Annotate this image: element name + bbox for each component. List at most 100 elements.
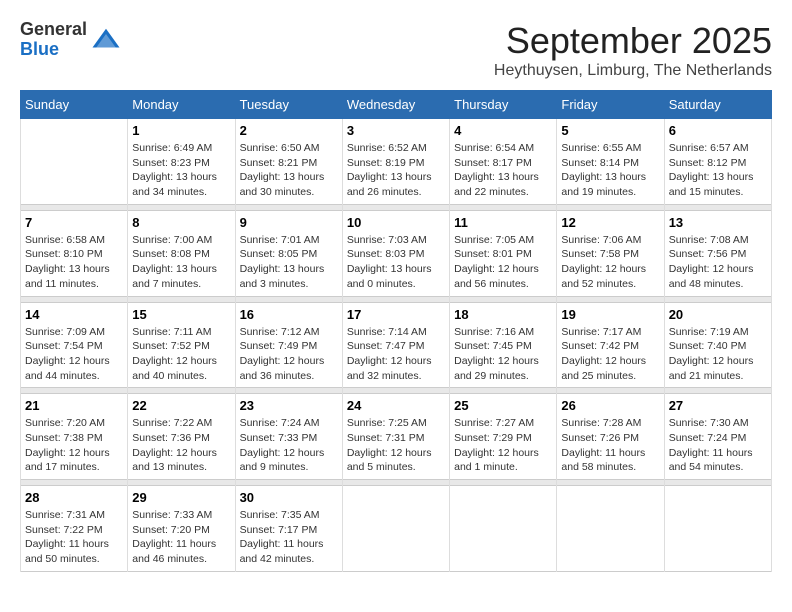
day-info: Sunrise: 6:54 AMSunset: 8:17 PMDaylight:… [454, 141, 552, 200]
day-number: 27 [669, 398, 767, 413]
calendar-cell: 29 Sunrise: 7:33 AMSunset: 7:20 PMDaylig… [128, 486, 235, 572]
col-saturday: Saturday [664, 91, 771, 119]
calendar-cell: 12 Sunrise: 7:06 AMSunset: 7:58 PMDaylig… [557, 210, 664, 296]
calendar-cell: 22 Sunrise: 7:22 AMSunset: 7:36 PMDaylig… [128, 394, 235, 480]
logo-icon [91, 25, 121, 55]
day-number: 9 [240, 215, 338, 230]
day-info: Sunrise: 7:00 AMSunset: 8:08 PMDaylight:… [132, 233, 230, 292]
day-number: 28 [25, 490, 123, 505]
day-info: Sunrise: 7:19 AMSunset: 7:40 PMDaylight:… [669, 325, 767, 384]
logo-blue-text: Blue [20, 40, 87, 60]
day-number: 22 [132, 398, 230, 413]
calendar-cell: 27 Sunrise: 7:30 AMSunset: 7:24 PMDaylig… [664, 394, 771, 480]
calendar-cell: 5 Sunrise: 6:55 AMSunset: 8:14 PMDayligh… [557, 119, 664, 205]
day-number: 3 [347, 123, 445, 138]
calendar-cell: 28 Sunrise: 7:31 AMSunset: 7:22 PMDaylig… [21, 486, 128, 572]
calendar-cell: 14 Sunrise: 7:09 AMSunset: 7:54 PMDaylig… [21, 302, 128, 388]
day-number: 10 [347, 215, 445, 230]
day-info: Sunrise: 7:24 AMSunset: 7:33 PMDaylight:… [240, 416, 338, 475]
day-info: Sunrise: 6:49 AMSunset: 8:23 PMDaylight:… [132, 141, 230, 200]
col-friday: Friday [557, 91, 664, 119]
day-info: Sunrise: 7:09 AMSunset: 7:54 PMDaylight:… [25, 325, 123, 384]
day-number: 1 [132, 123, 230, 138]
day-number: 14 [25, 307, 123, 322]
day-number: 12 [561, 215, 659, 230]
calendar-cell: 8 Sunrise: 7:00 AMSunset: 8:08 PMDayligh… [128, 210, 235, 296]
day-info: Sunrise: 7:27 AMSunset: 7:29 PMDaylight:… [454, 416, 552, 475]
calendar-cell: 2 Sunrise: 6:50 AMSunset: 8:21 PMDayligh… [235, 119, 342, 205]
day-number: 4 [454, 123, 552, 138]
day-number: 18 [454, 307, 552, 322]
logo-general-text: General [20, 20, 87, 40]
calendar-cell: 25 Sunrise: 7:27 AMSunset: 7:29 PMDaylig… [450, 394, 557, 480]
calendar-cell: 4 Sunrise: 6:54 AMSunset: 8:17 PMDayligh… [450, 119, 557, 205]
calendar-cell: 30 Sunrise: 7:35 AMSunset: 7:17 PMDaylig… [235, 486, 342, 572]
calendar-cell: 19 Sunrise: 7:17 AMSunset: 7:42 PMDaylig… [557, 302, 664, 388]
day-number: 20 [669, 307, 767, 322]
day-number: 25 [454, 398, 552, 413]
day-number: 29 [132, 490, 230, 505]
calendar-cell: 23 Sunrise: 7:24 AMSunset: 7:33 PMDaylig… [235, 394, 342, 480]
day-info: Sunrise: 7:28 AMSunset: 7:26 PMDaylight:… [561, 416, 659, 475]
day-info: Sunrise: 7:05 AMSunset: 8:01 PMDaylight:… [454, 233, 552, 292]
calendar-cell [557, 486, 664, 572]
calendar-cell [342, 486, 449, 572]
day-number: 15 [132, 307, 230, 322]
calendar-cell: 20 Sunrise: 7:19 AMSunset: 7:40 PMDaylig… [664, 302, 771, 388]
day-info: Sunrise: 6:58 AMSunset: 8:10 PMDaylight:… [25, 233, 123, 292]
day-number: 13 [669, 215, 767, 230]
calendar-cell: 15 Sunrise: 7:11 AMSunset: 7:52 PMDaylig… [128, 302, 235, 388]
calendar-cell: 16 Sunrise: 7:12 AMSunset: 7:49 PMDaylig… [235, 302, 342, 388]
calendar-cell: 3 Sunrise: 6:52 AMSunset: 8:19 PMDayligh… [342, 119, 449, 205]
col-sunday: Sunday [21, 91, 128, 119]
calendar-cell: 1 Sunrise: 6:49 AMSunset: 8:23 PMDayligh… [128, 119, 235, 205]
day-info: Sunrise: 7:30 AMSunset: 7:24 PMDaylight:… [669, 416, 767, 475]
day-number: 24 [347, 398, 445, 413]
day-info: Sunrise: 7:22 AMSunset: 7:36 PMDaylight:… [132, 416, 230, 475]
day-number: 8 [132, 215, 230, 230]
col-monday: Monday [128, 91, 235, 119]
day-info: Sunrise: 7:01 AMSunset: 8:05 PMDaylight:… [240, 233, 338, 292]
day-number: 5 [561, 123, 659, 138]
calendar-cell: 13 Sunrise: 7:08 AMSunset: 7:56 PMDaylig… [664, 210, 771, 296]
calendar-cell: 9 Sunrise: 7:01 AMSunset: 8:05 PMDayligh… [235, 210, 342, 296]
col-tuesday: Tuesday [235, 91, 342, 119]
day-number: 19 [561, 307, 659, 322]
col-wednesday: Wednesday [342, 91, 449, 119]
day-info: Sunrise: 7:33 AMSunset: 7:20 PMDaylight:… [132, 508, 230, 567]
day-info: Sunrise: 7:35 AMSunset: 7:17 PMDaylight:… [240, 508, 338, 567]
calendar-cell [450, 486, 557, 572]
calendar-cell: 11 Sunrise: 7:05 AMSunset: 8:01 PMDaylig… [450, 210, 557, 296]
day-info: Sunrise: 7:17 AMSunset: 7:42 PMDaylight:… [561, 325, 659, 384]
day-number: 30 [240, 490, 338, 505]
day-info: Sunrise: 6:50 AMSunset: 8:21 PMDaylight:… [240, 141, 338, 200]
day-number: 17 [347, 307, 445, 322]
day-info: Sunrise: 7:08 AMSunset: 7:56 PMDaylight:… [669, 233, 767, 292]
calendar-cell: 10 Sunrise: 7:03 AMSunset: 8:03 PMDaylig… [342, 210, 449, 296]
day-info: Sunrise: 6:52 AMSunset: 8:19 PMDaylight:… [347, 141, 445, 200]
calendar-week-row: 1 Sunrise: 6:49 AMSunset: 8:23 PMDayligh… [21, 119, 772, 205]
day-number: 21 [25, 398, 123, 413]
logo: General Blue [20, 20, 121, 60]
calendar-cell: 18 Sunrise: 7:16 AMSunset: 7:45 PMDaylig… [450, 302, 557, 388]
day-number: 6 [669, 123, 767, 138]
day-info: Sunrise: 7:25 AMSunset: 7:31 PMDaylight:… [347, 416, 445, 475]
calendar-week-row: 7 Sunrise: 6:58 AMSunset: 8:10 PMDayligh… [21, 210, 772, 296]
day-info: Sunrise: 6:55 AMSunset: 8:14 PMDaylight:… [561, 141, 659, 200]
day-info: Sunrise: 7:16 AMSunset: 7:45 PMDaylight:… [454, 325, 552, 384]
day-info: Sunrise: 7:03 AMSunset: 8:03 PMDaylight:… [347, 233, 445, 292]
day-info: Sunrise: 7:12 AMSunset: 7:49 PMDaylight:… [240, 325, 338, 384]
day-info: Sunrise: 7:14 AMSunset: 7:47 PMDaylight:… [347, 325, 445, 384]
day-info: Sunrise: 7:20 AMSunset: 7:38 PMDaylight:… [25, 416, 123, 475]
day-info: Sunrise: 7:06 AMSunset: 7:58 PMDaylight:… [561, 233, 659, 292]
title-block: September 2025 Heythuysen, Limburg, The … [494, 20, 772, 80]
calendar-cell [21, 119, 128, 205]
day-number: 2 [240, 123, 338, 138]
calendar-table: Sunday Monday Tuesday Wednesday Thursday… [20, 90, 772, 572]
day-number: 11 [454, 215, 552, 230]
day-number: 16 [240, 307, 338, 322]
calendar-cell: 17 Sunrise: 7:14 AMSunset: 7:47 PMDaylig… [342, 302, 449, 388]
day-number: 7 [25, 215, 123, 230]
calendar-week-row: 28 Sunrise: 7:31 AMSunset: 7:22 PMDaylig… [21, 486, 772, 572]
day-info: Sunrise: 6:57 AMSunset: 8:12 PMDaylight:… [669, 141, 767, 200]
